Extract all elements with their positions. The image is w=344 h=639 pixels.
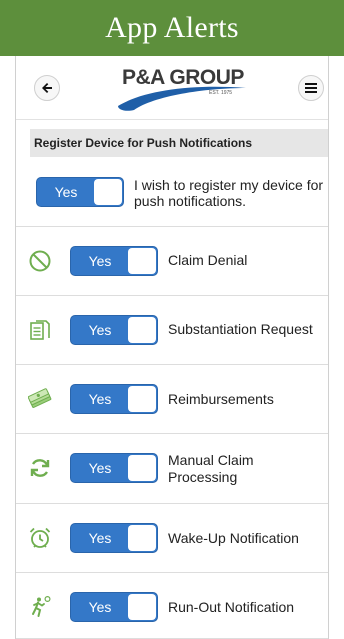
toggle-knob [128,386,156,412]
menu-button[interactable] [298,75,324,101]
divider [16,226,328,227]
prohibited-icon [29,250,51,272]
substantiation-request-toggle[interactable]: Yes [70,315,158,345]
substantiation-request-label: Substantiation Request [168,321,313,337]
runner-icon [32,595,51,617]
divider [16,503,328,504]
divider [16,572,328,573]
run-out-notification-label: Run-Out Notification [168,599,295,615]
toggle-knob [128,594,156,620]
header-bar: P&A GROUP EST. 1975 [16,56,328,120]
section-header: Register Device for Push Notifications [30,129,328,157]
toggle-label: Yes [88,530,112,546]
money-stack-icon [28,388,52,408]
wake-up-notification-label: Wake-Up Notification [168,530,299,546]
toggle-knob [128,455,156,481]
alarm-clock-icon [29,527,51,548]
logo-swoosh-icon [118,86,246,111]
app-banner: App Alerts [0,0,344,56]
section-title: Register Device for Push Notifications [34,136,253,150]
manual-claim-processing-toggle[interactable]: Yes [70,453,158,483]
banner-title: App Alerts [105,11,239,44]
document-icon [30,320,50,340]
toggle-label: Yes [88,253,112,269]
wake-up-notification-toggle[interactable]: Yes [70,523,158,553]
divider [16,364,328,365]
manual-claim-processing-label: Manual Claim Processing [168,452,254,485]
claim-denial-label: Claim Denial [168,252,248,268]
register-device-text: I wish to register my device for push no… [134,177,324,209]
toggle-label: Yes [88,391,112,407]
reimbursements-toggle[interactable]: Yes [70,384,158,414]
divider [16,433,328,434]
company-logo: P&A GROUP EST. 1975 [114,66,250,112]
alerts-panel: P&A GROUP EST. 1975 Register Device for … [15,56,329,639]
toggle-label: Yes [88,322,112,338]
reimbursements-label: Reimbursements [168,391,274,407]
claim-denial-toggle[interactable]: Yes [70,246,158,276]
arrow-left-icon [42,83,52,93]
register-device-toggle[interactable]: Yes [36,177,124,207]
refresh-icon [30,459,50,477]
back-button[interactable] [34,75,60,101]
toggle-label: Yes [88,460,112,476]
divider [16,295,328,296]
toggle-label: Yes [54,184,78,200]
toggle-knob [94,179,122,205]
hamburger-menu-icon [305,83,317,93]
run-out-notification-toggle[interactable]: Yes [70,592,158,622]
toggle-label: Yes [88,599,112,615]
toggle-knob [128,525,156,551]
toggle-knob [128,248,156,274]
toggle-knob [128,317,156,343]
